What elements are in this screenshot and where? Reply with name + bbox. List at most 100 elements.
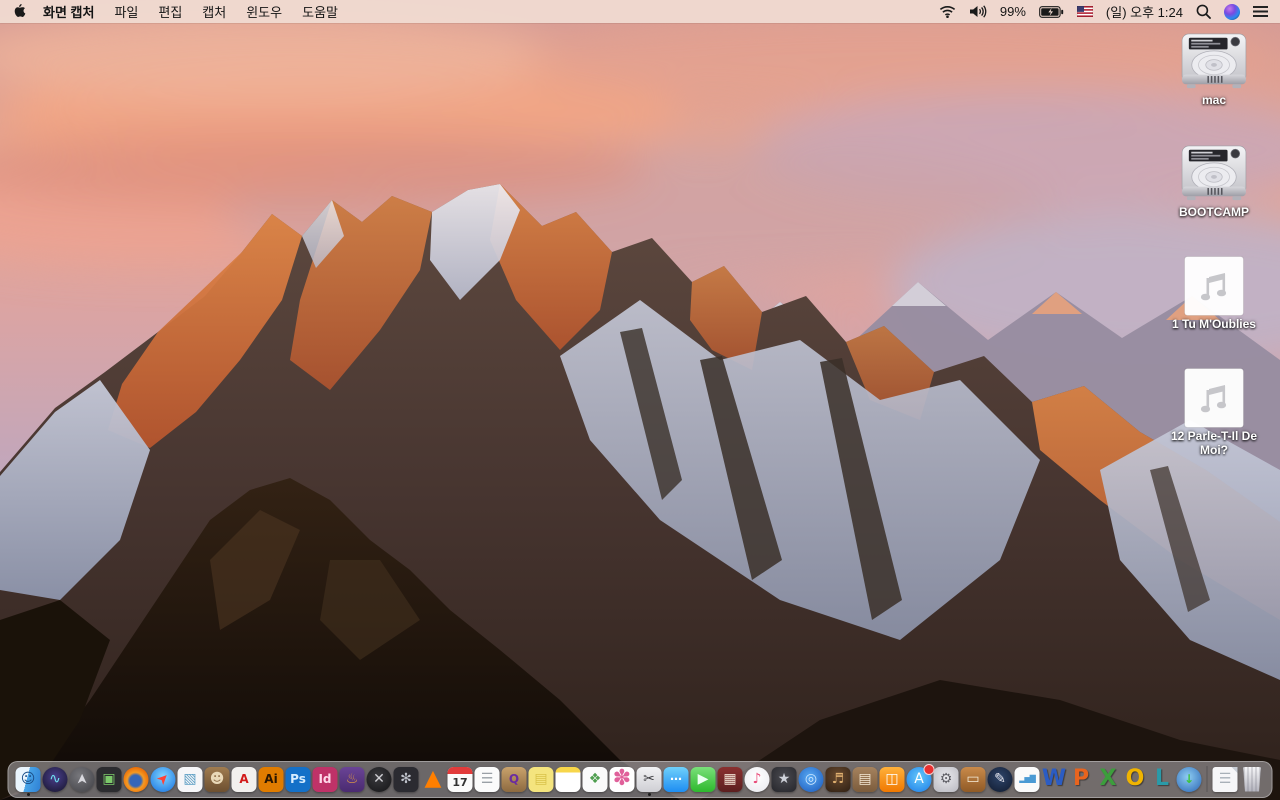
dock-item-contacts[interactable]: ☻ — [204, 766, 230, 792]
dock-item-app-store[interactable]: A — [906, 764, 934, 792]
trash-icon — [1243, 766, 1261, 792]
dock-item-firefox[interactable] — [123, 766, 149, 792]
dock-item-finder[interactable]: ☺ — [15, 766, 41, 792]
dock-item-photo-booth[interactable]: ▦ — [717, 766, 743, 792]
word-icon: W — [1042, 767, 1067, 792]
dock-item-keynote[interactable]: ▭ — [960, 766, 986, 792]
dock-item-scrapbook-kit[interactable]: ▤ — [852, 766, 878, 792]
menu-app-name[interactable]: 화면 캡처 — [39, 2, 104, 21]
outlook-icon: O — [1123, 767, 1148, 792]
notes-icon — [555, 766, 581, 792]
dock-item-xee-image-viewer[interactable]: ✕ — [366, 766, 392, 792]
facetime-glyph: ▶ — [697, 771, 709, 787]
adobe-indesign-glyph: Id — [318, 772, 332, 786]
input-source-us-flag-icon[interactable] — [1076, 6, 1093, 17]
messages-glyph: ⋯ — [670, 772, 682, 786]
dock-item-vlc[interactable]: ▲ — [420, 766, 446, 792]
xee-image-viewer-glyph: ✕ — [373, 771, 385, 787]
battery-charging-icon[interactable] — [1039, 5, 1064, 18]
dock-item-lync[interactable]: L — [1149, 766, 1175, 792]
adobe-photoshop-glyph: Ps — [290, 772, 306, 786]
volume-icon[interactable] — [969, 5, 987, 18]
dock-item-document-stack[interactable]: ❖ — [582, 766, 608, 792]
dock-item-screen-capture-grab[interactable]: ✂ — [636, 766, 662, 792]
adobe-illustrator-icon: Ai — [258, 766, 284, 792]
desktop-icon-audio-file-2[interactable]: 12 Parle-T-Il De Moi? — [1162, 368, 1266, 457]
document-file-glyph: ☰ — [1218, 771, 1232, 787]
dock-item-stickies[interactable]: ▤ — [528, 766, 554, 792]
desktop-icon-bootcamp-drive[interactable]: BOOTCAMP — [1162, 144, 1266, 219]
dock-item-adobe-photoshop[interactable]: Ps — [285, 766, 311, 792]
dock-item-web-downloader[interactable]: ↓ — [1176, 766, 1202, 792]
desktop-wallpaper[interactable] — [0, 0, 1280, 800]
dock-item-reminders[interactable]: ☰ — [474, 766, 500, 792]
powerpoint-glyph: P — [1072, 766, 1090, 791]
keynote-icon: ▭ — [960, 766, 986, 792]
dock-item-photos[interactable]: ✽ — [609, 766, 635, 792]
launchpad-glyph: ➤ — [73, 773, 90, 785]
dock-item-excel[interactable]: X — [1095, 766, 1121, 792]
menu-bar: 화면 캡처 파일 편집 캡처 윈도우 도움말 99% (일) 오후 1:24 — [0, 0, 1280, 23]
menu-help[interactable]: 도움말 — [292, 2, 348, 21]
menu-clock[interactable]: (일) 오후 1:24 — [1106, 2, 1183, 21]
desktop-icon-audio-file-1[interactable]: 1 Tu M'Oublies — [1162, 256, 1266, 331]
menu-file[interactable]: 파일 — [104, 2, 148, 21]
dock-item-garageband[interactable]: ♬ — [825, 766, 851, 792]
dock-item-powerpoint[interactable]: P — [1068, 766, 1094, 792]
dock-item-dvd-studio[interactable]: ◎ — [798, 766, 824, 792]
contacts-glyph: ☻ — [209, 771, 225, 787]
menu-edit[interactable]: 편집 — [148, 2, 192, 21]
dock-item-launchpad[interactable]: ➤ — [69, 766, 95, 792]
dock-item-document-file[interactable]: ☰ — [1212, 766, 1238, 792]
dock-item-toast-titanium[interactable]: ♨ — [339, 766, 365, 792]
lync-glyph: L — [1154, 766, 1170, 791]
dock-item-imovie[interactable]: ★ — [771, 766, 797, 792]
document-stack-icon: ❖ — [582, 766, 608, 792]
dock-item-trash[interactable] — [1239, 766, 1265, 792]
dock-item-mission-control[interactable]: ▣ — [96, 766, 122, 792]
adobe-photoshop-icon: Ps — [285, 766, 311, 792]
photo-booth-icon: ▦ — [717, 766, 743, 792]
dock-item-facetime[interactable]: ▶ — [690, 766, 716, 792]
dock-item-siri[interactable]: ∿ — [42, 766, 68, 792]
dock-item-adobe-indesign[interactable]: Id — [312, 766, 338, 792]
menu-capture[interactable]: 캡처 — [192, 2, 236, 21]
dock-item-itunes[interactable]: ♪ — [744, 766, 770, 792]
dock-item-notes[interactable] — [555, 766, 581, 792]
dock-item-preview[interactable]: ▧ — [177, 766, 203, 792]
adobe-indesign-icon: Id — [312, 766, 338, 792]
dock-item-word[interactable]: W — [1041, 766, 1067, 792]
dock-item-messages[interactable]: ⋯ — [663, 766, 689, 792]
finder-glyph: ☺ — [20, 771, 36, 787]
menu-window[interactable]: 윈도우 — [236, 2, 292, 21]
dock-item-numbers[interactable]: ▂▅▇ — [1014, 766, 1040, 792]
dock-item-calendar[interactable]: 17 — [447, 766, 473, 792]
excel-icon: X — [1096, 767, 1121, 792]
adobe-illustrator-glyph: Ai — [264, 772, 278, 786]
ibooks-icon: ◫ — [879, 766, 905, 792]
spotlight-search-icon[interactable] — [1196, 4, 1211, 19]
toast-titanium-glyph: ♨ — [345, 771, 359, 787]
desktop-icon-mac-drive[interactable]: mac — [1162, 32, 1266, 107]
notification-center-icon[interactable] — [1253, 6, 1268, 17]
ibooks-glyph: ◫ — [885, 771, 899, 787]
dock-item-outlook[interactable]: O — [1122, 766, 1148, 792]
scrapbook-kit-glyph: ▤ — [858, 771, 872, 787]
dock-item-disk-fan-utility[interactable]: ✻ — [393, 766, 419, 792]
hard-drive-icon — [1162, 32, 1266, 92]
messages-icon: ⋯ — [663, 766, 689, 792]
dock-item-adobe-illustrator[interactable]: Ai — [258, 766, 284, 792]
dock-item-pages[interactable]: ✎ — [987, 766, 1013, 792]
pages-icon: ✎ — [987, 766, 1013, 792]
siri-menu-icon[interactable] — [1224, 3, 1240, 20]
pages-glyph: ✎ — [994, 771, 1006, 787]
mission-control-icon: ▣ — [96, 766, 122, 792]
dvd-studio-icon: ◎ — [798, 766, 824, 792]
wifi-icon[interactable] — [939, 5, 956, 18]
dock-item-adobe-acrobat-reader[interactable]: A — [231, 766, 257, 792]
dock-item-safari[interactable]: ➤ — [150, 766, 176, 792]
dock-item-quark-inbox[interactable]: Q — [501, 766, 527, 792]
dock-item-ibooks[interactable]: ◫ — [879, 766, 905, 792]
dock-item-system-preferences[interactable]: ⚙ — [933, 766, 959, 792]
apple-menu-icon[interactable] — [12, 3, 27, 20]
